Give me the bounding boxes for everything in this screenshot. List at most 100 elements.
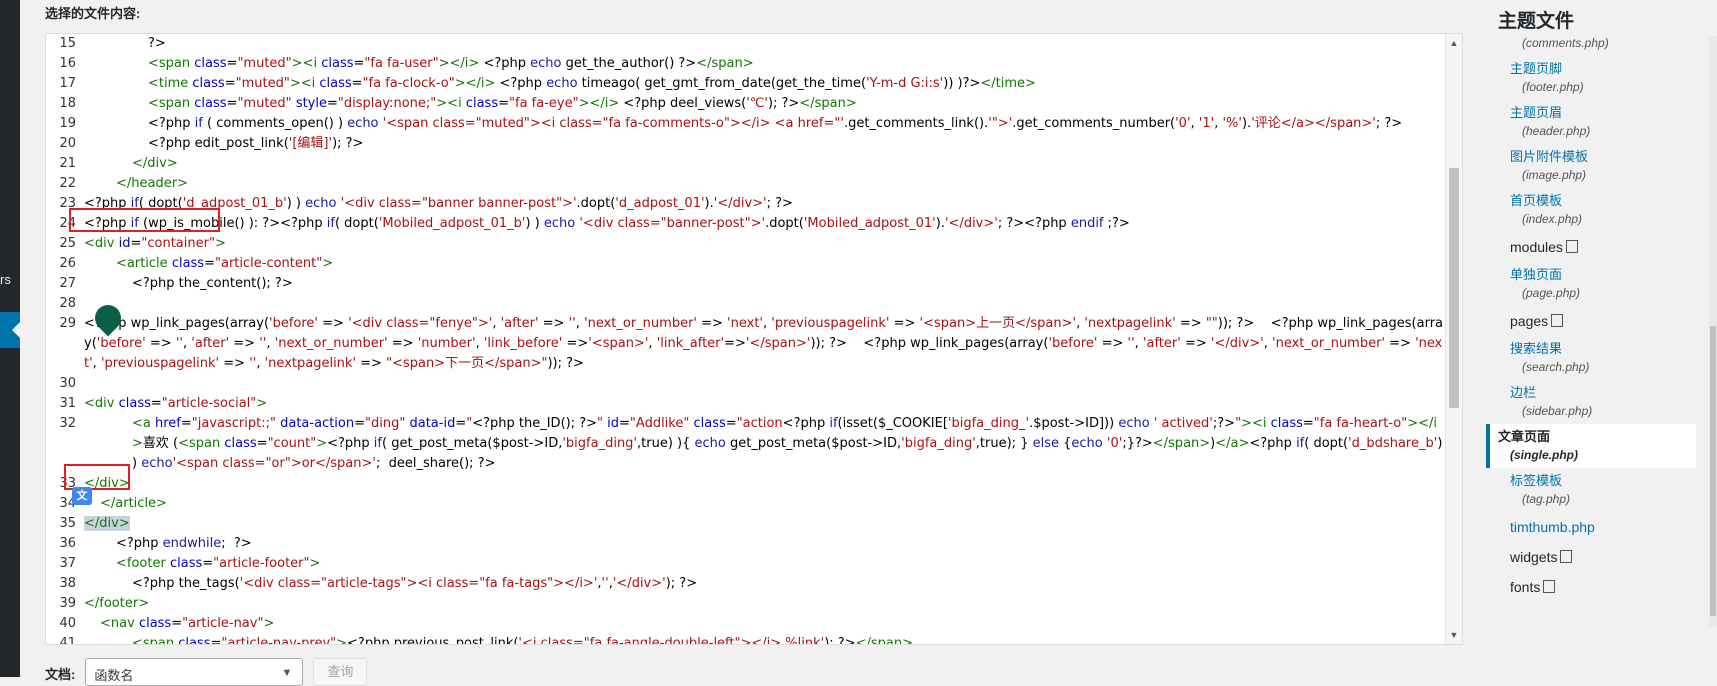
theme-folder-item[interactable]: fonts	[1498, 572, 1696, 602]
line-code[interactable]: <div id="container">	[76, 234, 1446, 254]
file-item-name[interactable]: 主题页眉	[1510, 100, 1696, 122]
theme-file-item[interactable]: 标签模板 (tag.php)	[1498, 468, 1696, 512]
sidebar-scroll-thumb[interactable]	[1710, 326, 1716, 616]
folder-toggle-icon[interactable]	[1543, 580, 1556, 593]
theme-folder-item[interactable]: widgets	[1498, 542, 1696, 572]
function-name-select[interactable]: 函数名 ▼	[85, 658, 304, 686]
code-line[interactable]: 33 </div>	[46, 474, 1446, 494]
admin-menu-label[interactable]: rs	[0, 272, 11, 287]
code-line[interactable]: 34 </article>	[46, 494, 1446, 514]
code-line[interactable]: 27 <?php the_content(); ?>	[46, 274, 1446, 294]
line-code[interactable]: <?php endwhile; ?>	[76, 534, 1446, 554]
code-line[interactable]: 26 <article class="article-content">	[46, 254, 1446, 274]
code-editor[interactable]: 15 ?> 16 <span class="muted"><i class="fa f…	[45, 33, 1463, 645]
folder-toggle-icon[interactable]	[1565, 240, 1578, 253]
line-code[interactable]: <?php wp_link_pages(array('before' => '<…	[76, 314, 1446, 374]
line-code[interactable]: <span class="muted" style="display:none;…	[76, 94, 1446, 114]
code-line[interactable]: 24 <?php if (wp_is_mobile() ): ?><?php if…	[46, 214, 1446, 234]
code-line[interactable]: 31 <div class="article-social">	[46, 394, 1446, 414]
line-code[interactable]: <nav class="article-nav">	[76, 614, 1446, 634]
line-code[interactable]	[76, 374, 1446, 394]
theme-file-item[interactable]: 主题页脚 (footer.php)	[1498, 56, 1696, 100]
code-line[interactable]: 39 </footer>	[46, 594, 1446, 614]
file-item-name[interactable]: 标签模板	[1510, 468, 1696, 490]
theme-file-item[interactable]: 文章页面 (single.php)	[1486, 424, 1696, 468]
theme-file-item[interactable]: timthumb.php	[1498, 512, 1696, 542]
theme-file-item[interactable]: 搜索结果 (search.php)	[1498, 336, 1696, 380]
code-line[interactable]: 16 <span class="muted"><i class="fa fa-us…	[46, 54, 1446, 74]
line-code[interactable]: <div class="article-social">	[76, 394, 1446, 414]
scroll-down-icon[interactable]: ▼	[1446, 628, 1462, 642]
code-line[interactable]: 41 <span class="article-nav-prev"><?php p…	[46, 634, 1446, 644]
line-code[interactable]: </div>	[76, 514, 1446, 534]
code-line[interactable]: 29 <?php wp_link_pages(array('before' => …	[46, 314, 1446, 374]
line-code[interactable]: <article class="article-content">	[76, 254, 1446, 274]
file-item-name[interactable]: 单独页面	[1510, 262, 1696, 284]
line-code[interactable]: <span class="article-nav-prev"><?php pre…	[76, 634, 1446, 644]
folder-toggle-icon[interactable]	[1551, 314, 1564, 327]
sidebar-scrollbar[interactable]	[1709, 36, 1717, 626]
file-item-name[interactable]: 首页模板	[1510, 188, 1696, 210]
theme-file-item[interactable]: 边栏 (sidebar.php)	[1498, 380, 1696, 424]
line-code[interactable]: <?php the_tags('<div class="article-tags…	[76, 574, 1446, 594]
code-line[interactable]: 15 ?>	[46, 34, 1446, 54]
file-item-name[interactable]: widgets	[1510, 542, 1696, 572]
editor-scrollbar[interactable]: ▲ ▼	[1445, 34, 1462, 644]
scroll-up-icon[interactable]: ▲	[1446, 36, 1462, 50]
code-line[interactable]: 22 </header>	[46, 174, 1446, 194]
line-code[interactable]: <?php if ( comments_open() ) echo '<span…	[76, 114, 1446, 134]
file-item-name[interactable]: fonts	[1510, 572, 1696, 602]
line-code[interactable]: <span class="muted"><i class="fa fa-user…	[76, 54, 1446, 74]
translate-icon[interactable]: 文	[72, 487, 92, 505]
file-item-name[interactable]: 主题页脚	[1510, 56, 1696, 78]
code-line[interactable]: 17 <time class="muted"><i class="fa fa-cl…	[46, 74, 1446, 94]
code-line[interactable]: 19 <?php if ( comments_open() ) echo '<sp…	[46, 114, 1446, 134]
file-item-name[interactable]: 文章页面	[1498, 424, 1696, 446]
line-code[interactable]: <?php if (wp_is_mobile() ): ?><?php if( …	[76, 214, 1446, 234]
line-code[interactable]: </footer>	[76, 594, 1446, 614]
file-item-name[interactable]: 搜索结果	[1510, 336, 1696, 358]
code-line[interactable]: 20 <?php edit_post_link('[编辑]'); ?>	[46, 134, 1446, 154]
line-code[interactable]: </article>	[76, 494, 1446, 514]
line-code[interactable]: <?php if( dopt('d_adpost_01_b') ) echo '…	[76, 194, 1446, 214]
editor-scroll-thumb[interactable]	[1449, 168, 1459, 408]
code-line[interactable]: 23 <?php if( dopt('d_adpost_01_b') ) echo…	[46, 194, 1446, 214]
theme-file-item[interactable]: 主题页眉 (header.php)	[1498, 100, 1696, 144]
file-item-name[interactable]: 边栏	[1510, 380, 1696, 402]
line-code[interactable]: </header>	[76, 174, 1446, 194]
code-line[interactable]: 21 </div>	[46, 154, 1446, 174]
code-line[interactable]: 38 <?php the_tags('<div class="article-ta…	[46, 574, 1446, 594]
line-code[interactable]: <a href="javascript:;" data-action="ding…	[76, 414, 1446, 474]
code-area[interactable]: 15 ?> 16 <span class="muted"><i class="fa f…	[46, 34, 1446, 644]
line-code[interactable]: </div>	[76, 154, 1446, 174]
theme-folder-item[interactable]: modules	[1498, 232, 1696, 262]
lookup-button[interactable]: 查询	[313, 658, 368, 686]
line-code[interactable]: <time class="muted"><i class="fa fa-cloc…	[76, 74, 1446, 94]
code-line[interactable]: 37 <footer class="article-footer">	[46, 554, 1446, 574]
theme-file-item[interactable]: 图片附件模板 (image.php)	[1498, 144, 1696, 188]
line-code[interactable]: ?>	[76, 34, 1446, 54]
theme-file-item[interactable]: 首页模板 (index.php)	[1498, 188, 1696, 232]
code-line[interactable]: 32 <a href="javascript:;" data-action="di…	[46, 414, 1446, 474]
theme-folder-item[interactable]: pages	[1498, 306, 1696, 336]
line-code[interactable]: </div>	[76, 474, 1446, 494]
file-item-name[interactable]: pages	[1510, 306, 1696, 336]
file-item-name[interactable]: timthumb.php	[1510, 512, 1696, 542]
file-item-name[interactable]: modules	[1510, 232, 1696, 262]
code-line[interactable]: 28	[46, 294, 1446, 314]
line-code[interactable]: <?php edit_post_link('[编辑]'); ?>	[76, 134, 1446, 154]
file-item-name[interactable]: 图片附件模板	[1510, 144, 1696, 166]
code-line[interactable]: 30	[46, 374, 1446, 394]
theme-file-item[interactable]: 单独页面 (page.php)	[1498, 262, 1696, 306]
theme-file-item[interactable]: (comments.php)	[1498, 34, 1696, 56]
code-line[interactable]: 36 <?php endwhile; ?>	[46, 534, 1446, 554]
code-line[interactable]: 25 <div id="container">	[46, 234, 1446, 254]
code-line[interactable]: 35 </div>	[46, 514, 1446, 534]
line-code[interactable]: <footer class="article-footer">	[76, 554, 1446, 574]
line-code[interactable]: <?php the_content(); ?>	[76, 274, 1446, 294]
line-code[interactable]	[76, 294, 1446, 314]
code-line[interactable]: 18 <span class="muted" style="display:non…	[46, 94, 1446, 114]
folder-toggle-icon[interactable]	[1560, 550, 1573, 563]
line-number: 16	[59, 56, 76, 71]
code-line[interactable]: 40 <nav class="article-nav">	[46, 614, 1446, 634]
